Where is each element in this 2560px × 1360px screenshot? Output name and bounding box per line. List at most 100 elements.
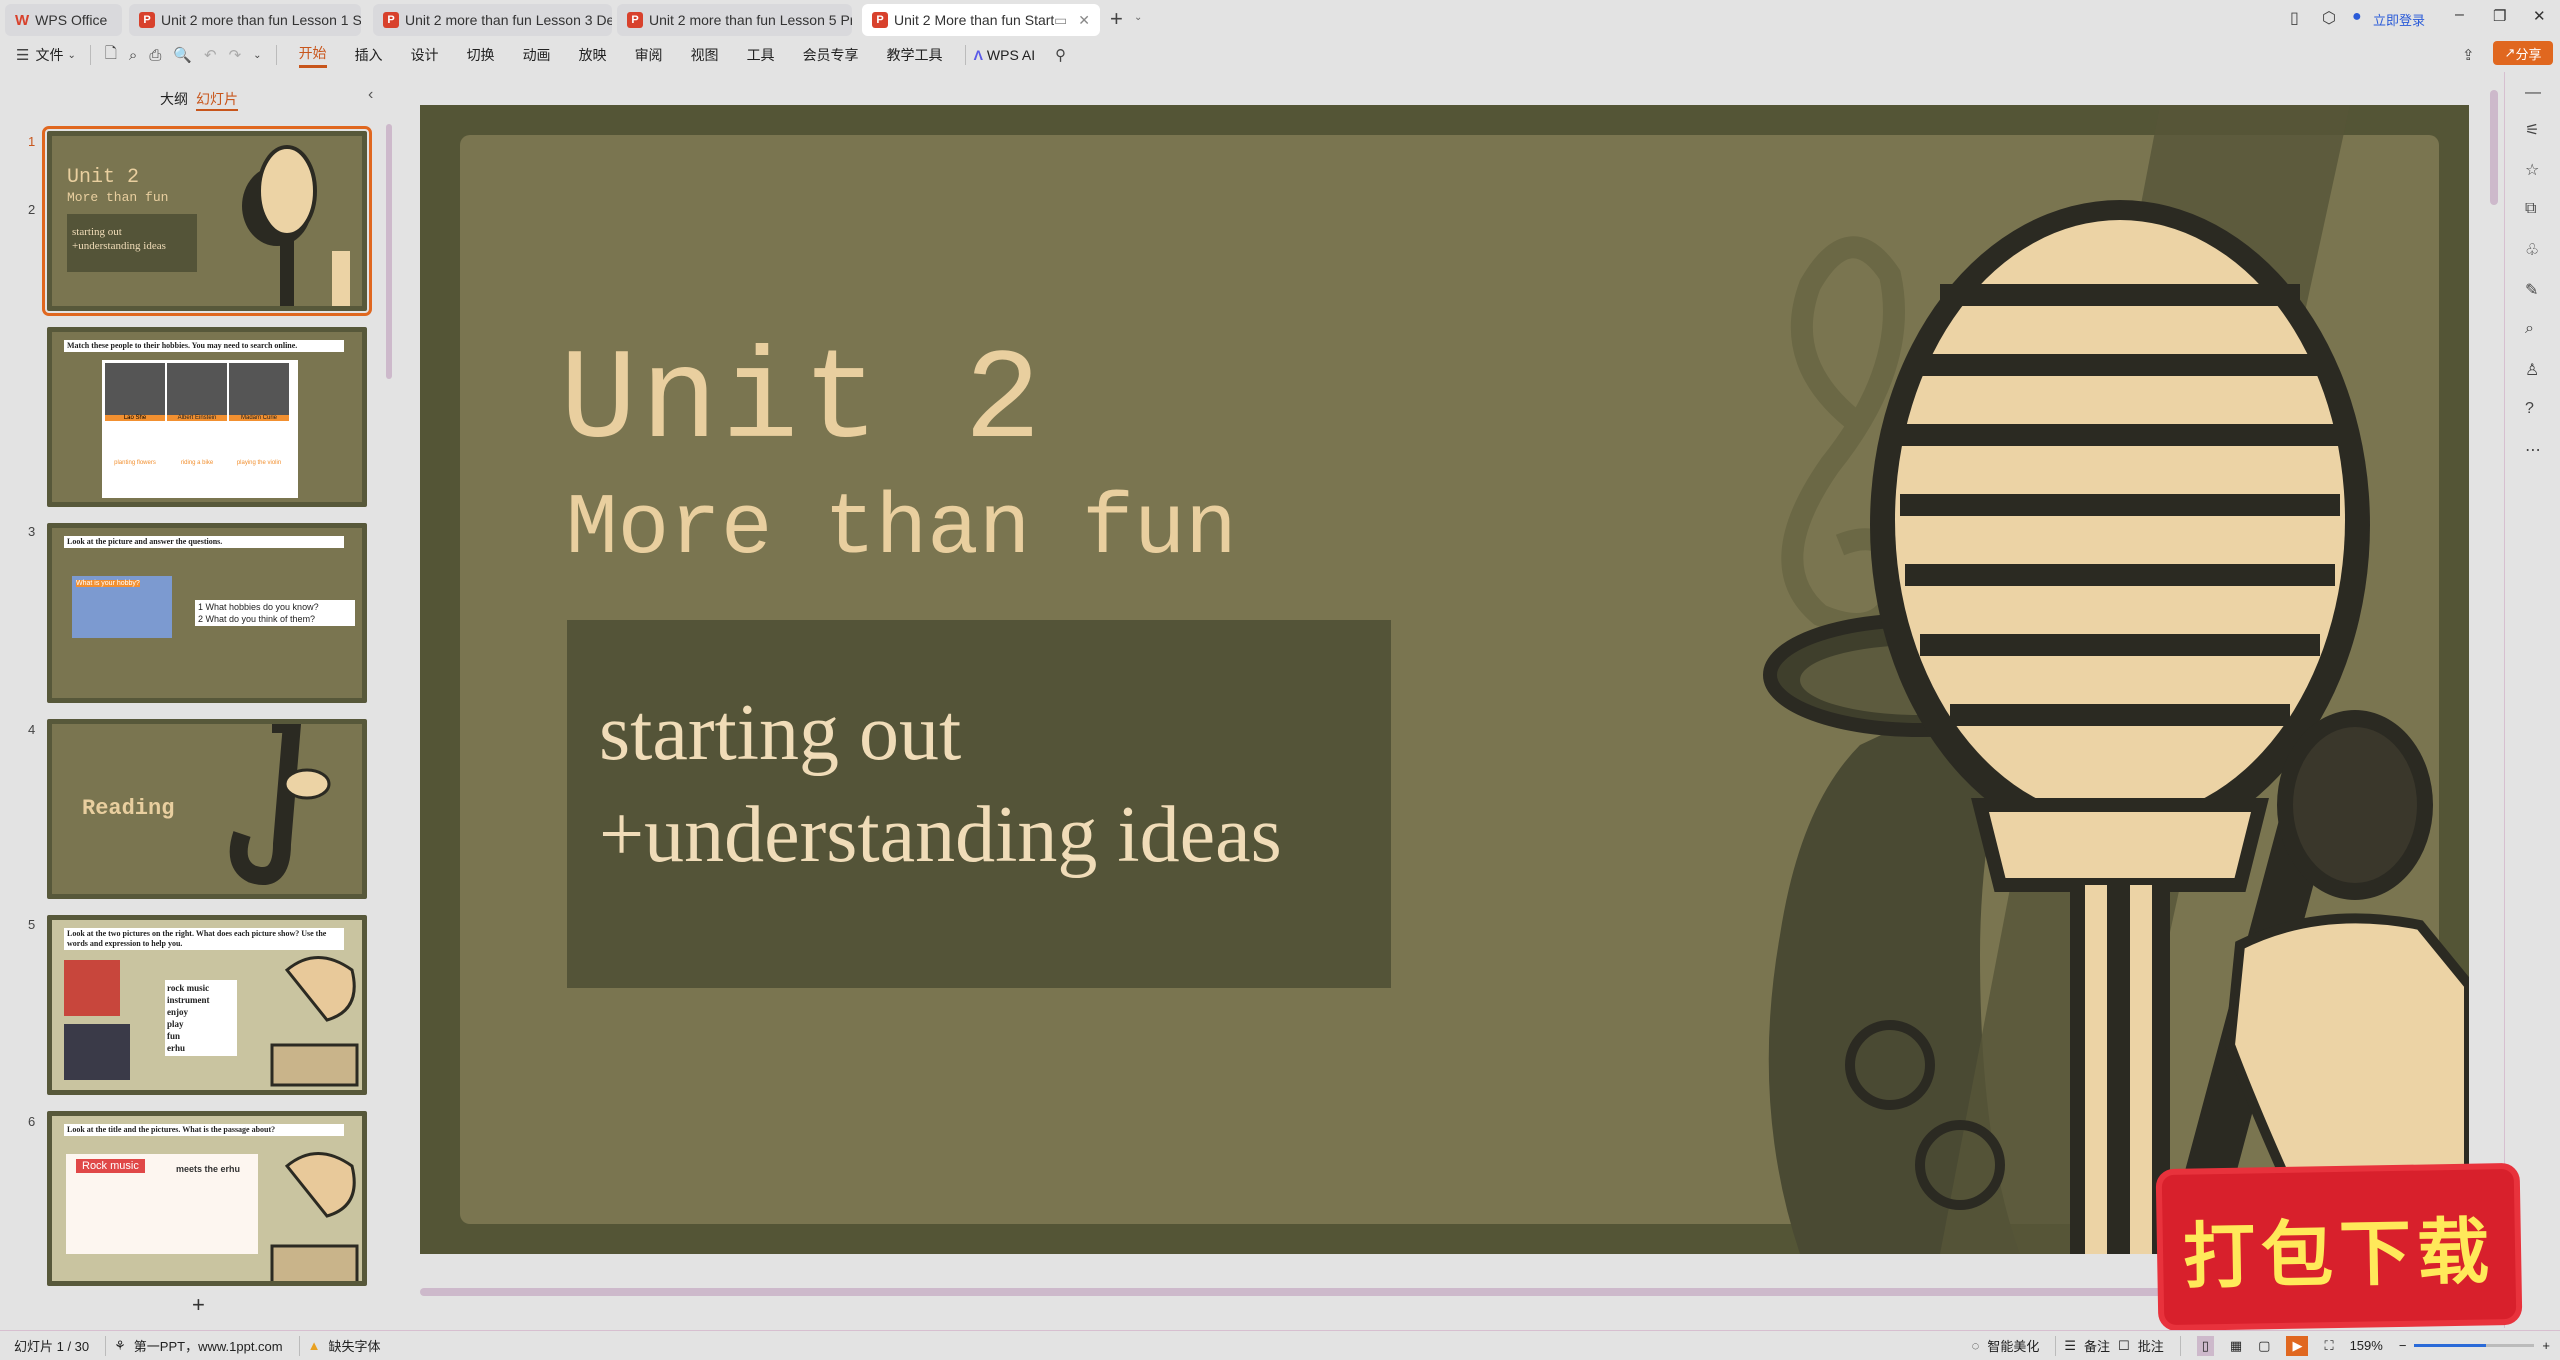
- close-window-icon[interactable]: ✕: [2533, 7, 2546, 25]
- redo-icon[interactable]: ↷: [229, 46, 242, 64]
- format-painter-icon[interactable]: ⌕: [129, 47, 137, 64]
- slide-thumbnail-3[interactable]: Look at the picture and answer the quest…: [47, 523, 367, 703]
- smart-beautify-button[interactable]: 智能美化: [1987, 1336, 2039, 1355]
- notes-button[interactable]: 备注: [2084, 1336, 2110, 1355]
- slide-thumbnail-5[interactable]: Look at the two pictures on the right. W…: [47, 915, 367, 1095]
- hamburger-icon[interactable]: ☰: [16, 46, 29, 64]
- settings-sliders-icon[interactable]: ⚟: [2525, 120, 2539, 140]
- collapse-panel-icon[interactable]: ‹: [368, 86, 373, 104]
- slide-sorter-button[interactable]: ▦: [2230, 1338, 2242, 1354]
- menu-slideshow[interactable]: 放映: [579, 45, 607, 65]
- magic-wand-icon[interactable]: ✎: [2525, 280, 2538, 300]
- convert-icon[interactable]: ⧉: [2525, 200, 2536, 218]
- more-icon[interactable]: ⋯: [2525, 440, 2541, 460]
- tab-outline[interactable]: 大纲: [160, 89, 188, 109]
- restore-icon[interactable]: ❐: [2493, 7, 2506, 25]
- horizontal-scrollbar[interactable]: [420, 1288, 2320, 1296]
- slide-title[interactable]: Unit 2: [560, 330, 1045, 475]
- theme-icon[interactable]: ♧: [2525, 240, 2539, 260]
- wps-ai-button[interactable]: WPS AI: [987, 47, 1035, 63]
- slide-textbox-line1: starting out: [599, 689, 962, 777]
- layout-icon[interactable]: ▯: [2290, 8, 2299, 28]
- hobbies-image: Lao She Albert Einstein Madam Curie plan…: [102, 360, 298, 498]
- tab-document-active[interactable]: P Unit 2 More than fun Startin ▭ ✕: [862, 4, 1100, 36]
- missing-font-button[interactable]: 缺失字体: [329, 1336, 381, 1355]
- warning-icon: ▲: [307, 1338, 321, 1353]
- menu-member[interactable]: 会员专享: [803, 45, 859, 65]
- reading-view-button[interactable]: ▢: [2258, 1338, 2270, 1354]
- right-sidebar: — ⚟ ☆ ⧉ ♧ ✎ ⌕ ♙ ? ⋯: [2504, 72, 2560, 1328]
- tab-wps-office[interactable]: W WPS Office: [5, 4, 122, 36]
- zoom-level[interactable]: 159%: [2350, 1338, 2383, 1353]
- zoom-slider[interactable]: [2414, 1344, 2535, 1347]
- hobby-label: planting flowers: [114, 460, 156, 466]
- tab-label: Unit 2 More than fun Startin: [894, 12, 1054, 28]
- hobby-label: riding a bike: [180, 460, 214, 466]
- collapse-icon[interactable]: —: [2525, 84, 2541, 102]
- thumb-question: Look at the picture and answer the quest…: [64, 536, 344, 548]
- slide-subtitle[interactable]: More than fun: [566, 480, 1237, 578]
- zoom-in-button[interactable]: +: [2542, 1338, 2550, 1353]
- panel-scrollbar[interactable]: [386, 124, 392, 379]
- help-icon[interactable]: ?: [2525, 400, 2534, 418]
- microphone-illustration: [242, 145, 350, 306]
- slide-panel: 大纲 幻灯片 ‹ 1 Unit 2 More than fun starting…: [0, 72, 392, 1327]
- share-button[interactable]: ↗ 分享: [2493, 41, 2553, 65]
- slide-thumbnail-6[interactable]: Look at the title and the pictures. What…: [47, 1111, 367, 1286]
- menu-file[interactable]: 文件: [35, 45, 63, 65]
- user-avatar-icon[interactable]: ●: [2352, 8, 2362, 26]
- word-list: rock music instrument enjoy play fun erh…: [165, 980, 237, 1056]
- slide-thumbnail-1[interactable]: Unit 2 More than fun starting out +under…: [42, 126, 372, 316]
- menu-review[interactable]: 审阅: [635, 45, 663, 65]
- star-icon[interactable]: ☆: [2525, 160, 2539, 180]
- tab-document-3[interactable]: P Unit 2 more than fun Lesson 5 Pres: [617, 4, 852, 36]
- hobby-image: What is your hobby?: [72, 576, 172, 638]
- play-slideshow-button[interactable]: ▶: [2286, 1335, 2309, 1356]
- menu-transitions[interactable]: 切换: [467, 45, 495, 65]
- zoom-out-button[interactable]: −: [2399, 1338, 2407, 1353]
- menu-teaching-tools[interactable]: 教学工具: [887, 45, 943, 65]
- current-slide[interactable]: Unit 2 More than fun starting out +under…: [420, 105, 2469, 1254]
- add-slide-button[interactable]: +: [192, 1292, 205, 1318]
- menu-view[interactable]: 视图: [691, 45, 719, 65]
- book-search-icon[interactable]: ⌕: [2525, 320, 2534, 338]
- share-label: 分享: [2515, 46, 2542, 62]
- vertical-scrollbar[interactable]: [2490, 90, 2498, 205]
- word: rock music: [167, 983, 210, 993]
- slide-count: 幻灯片 1 / 30: [14, 1339, 90, 1354]
- tab-slides[interactable]: 幻灯片: [196, 89, 238, 111]
- chevron-down-icon[interactable]: ⌄: [253, 50, 261, 61]
- tab-document-1[interactable]: P Unit 2 more than fun Lesson 1 Star: [129, 4, 361, 36]
- menu-insert[interactable]: 插入: [355, 45, 383, 65]
- theme-name[interactable]: 第一PPT，www.1ppt.com: [134, 1336, 283, 1355]
- passage-image: Rock music meets the erhu: [66, 1154, 258, 1254]
- menu-home[interactable]: 开始: [298, 43, 327, 68]
- login-link[interactable]: 立即登录: [2373, 10, 2425, 29]
- fit-window-button[interactable]: ⛶: [2324, 1338, 2333, 1354]
- saxophone-illustration: [229, 724, 331, 885]
- normal-view-button[interactable]: ▯: [2196, 1335, 2214, 1356]
- tab-list-chevron-icon[interactable]: ⌄: [1134, 12, 1142, 23]
- print-icon[interactable]: ⎙: [149, 47, 161, 64]
- cloud-upload-icon[interactable]: ⇪: [2462, 46, 2475, 64]
- zoom-slider-fill: [2414, 1344, 2487, 1347]
- menu-tools[interactable]: 工具: [747, 45, 775, 65]
- minimize-icon[interactable]: –: [2455, 6, 2464, 24]
- save-icon[interactable]: 🗋: [105, 43, 117, 68]
- slide-textbox[interactable]: starting out +understanding ideas: [567, 620, 1391, 988]
- close-tab-icon[interactable]: ✕: [1068, 12, 1100, 29]
- undo-icon[interactable]: ↶: [204, 46, 217, 64]
- comments-button[interactable]: 批注: [2138, 1336, 2164, 1355]
- print-preview-icon[interactable]: 🔍: [173, 46, 192, 64]
- menu-design[interactable]: 设计: [411, 45, 439, 65]
- shirt-icon[interactable]: ♙: [2525, 360, 2539, 380]
- image-caption: What is your hobby?: [76, 580, 140, 587]
- question-1: 1 What hobbies do you know?: [198, 602, 319, 612]
- tab-document-2[interactable]: P Unit 2 more than fun Lesson 3 Dev: [373, 4, 612, 36]
- menu-animation[interactable]: 动画: [523, 45, 551, 65]
- slide-thumbnail-4[interactable]: Reading: [47, 719, 367, 899]
- search-icon[interactable]: ⚲: [1055, 46, 1066, 64]
- cube-icon[interactable]: ⬡: [2322, 8, 2336, 28]
- slide-thumbnail-2[interactable]: Match these people to their hobbies. You…: [47, 327, 367, 507]
- new-tab-button[interactable]: +: [1110, 6, 1123, 32]
